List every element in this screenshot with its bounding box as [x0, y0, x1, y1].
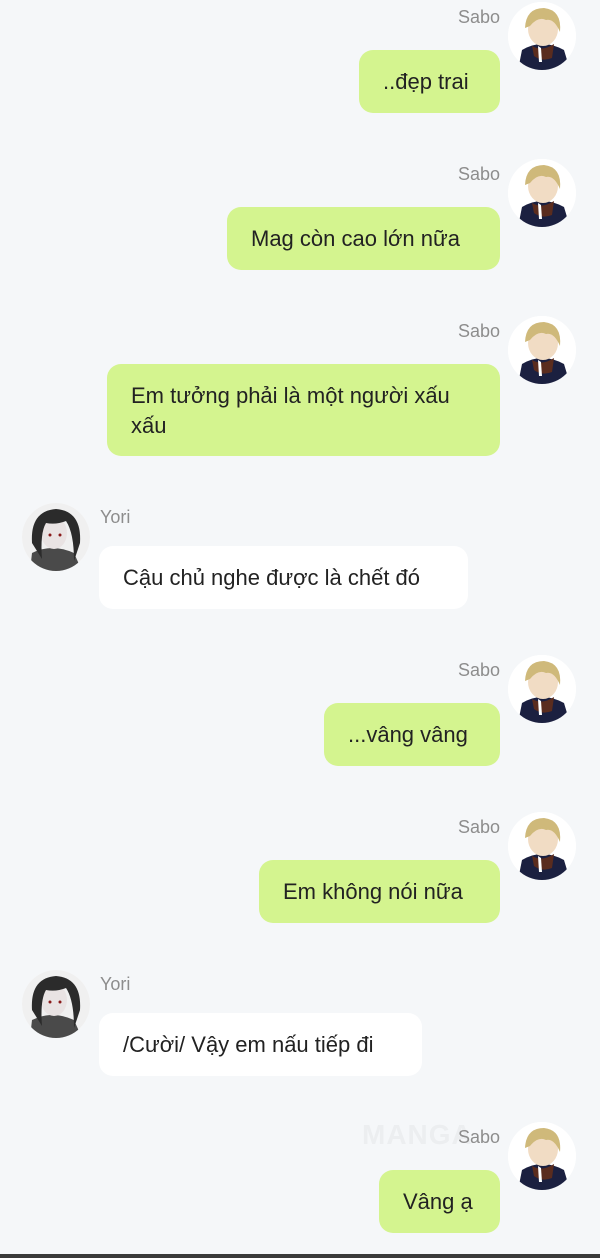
message-bubble[interactable]: ...vâng vâng [324, 703, 500, 766]
sender-name: Sabo [457, 660, 500, 680]
message-bubble[interactable]: Cậu chủ nghe được là chết đó [99, 546, 468, 609]
sabo-avatar[interactable] [508, 812, 576, 880]
sabo-avatar[interactable] [508, 655, 576, 723]
sender-name: Sabo [457, 7, 500, 27]
message-bubble[interactable]: Em tưởng phải là một người xấu xấu [107, 364, 500, 456]
sabo-avatar[interactable] [508, 2, 576, 70]
yori-avatar[interactable] [22, 970, 90, 1038]
sender-name: Sabo [457, 321, 500, 341]
sabo-avatar[interactable] [508, 1122, 576, 1190]
yori-avatar[interactable] [22, 503, 90, 571]
chat-thread: Sabo ..đẹp trai Sabo Mag còn cao lớn nữa… [0, 0, 600, 1258]
message-bubble[interactable]: ..đẹp trai [359, 50, 500, 113]
sabo-avatar[interactable] [508, 159, 576, 227]
message-bubble[interactable]: Mag còn cao lớn nữa [227, 207, 500, 270]
sender-name: Yori [100, 974, 131, 994]
sender-name: Sabo [457, 817, 500, 837]
sabo-avatar[interactable] [508, 316, 576, 384]
bottom-edge [0, 1254, 600, 1258]
message-bubble[interactable]: Em không nói nữa [259, 860, 500, 923]
sender-name: Sabo [457, 1127, 500, 1147]
sender-name: Sabo [457, 164, 500, 184]
message-bubble[interactable]: /Cười/ Vậy em nấu tiếp đi [99, 1013, 422, 1076]
watermark: MANGA [362, 1119, 473, 1150]
message-bubble[interactable]: Vâng ạ [379, 1170, 500, 1233]
sender-name: Yori [100, 507, 131, 527]
